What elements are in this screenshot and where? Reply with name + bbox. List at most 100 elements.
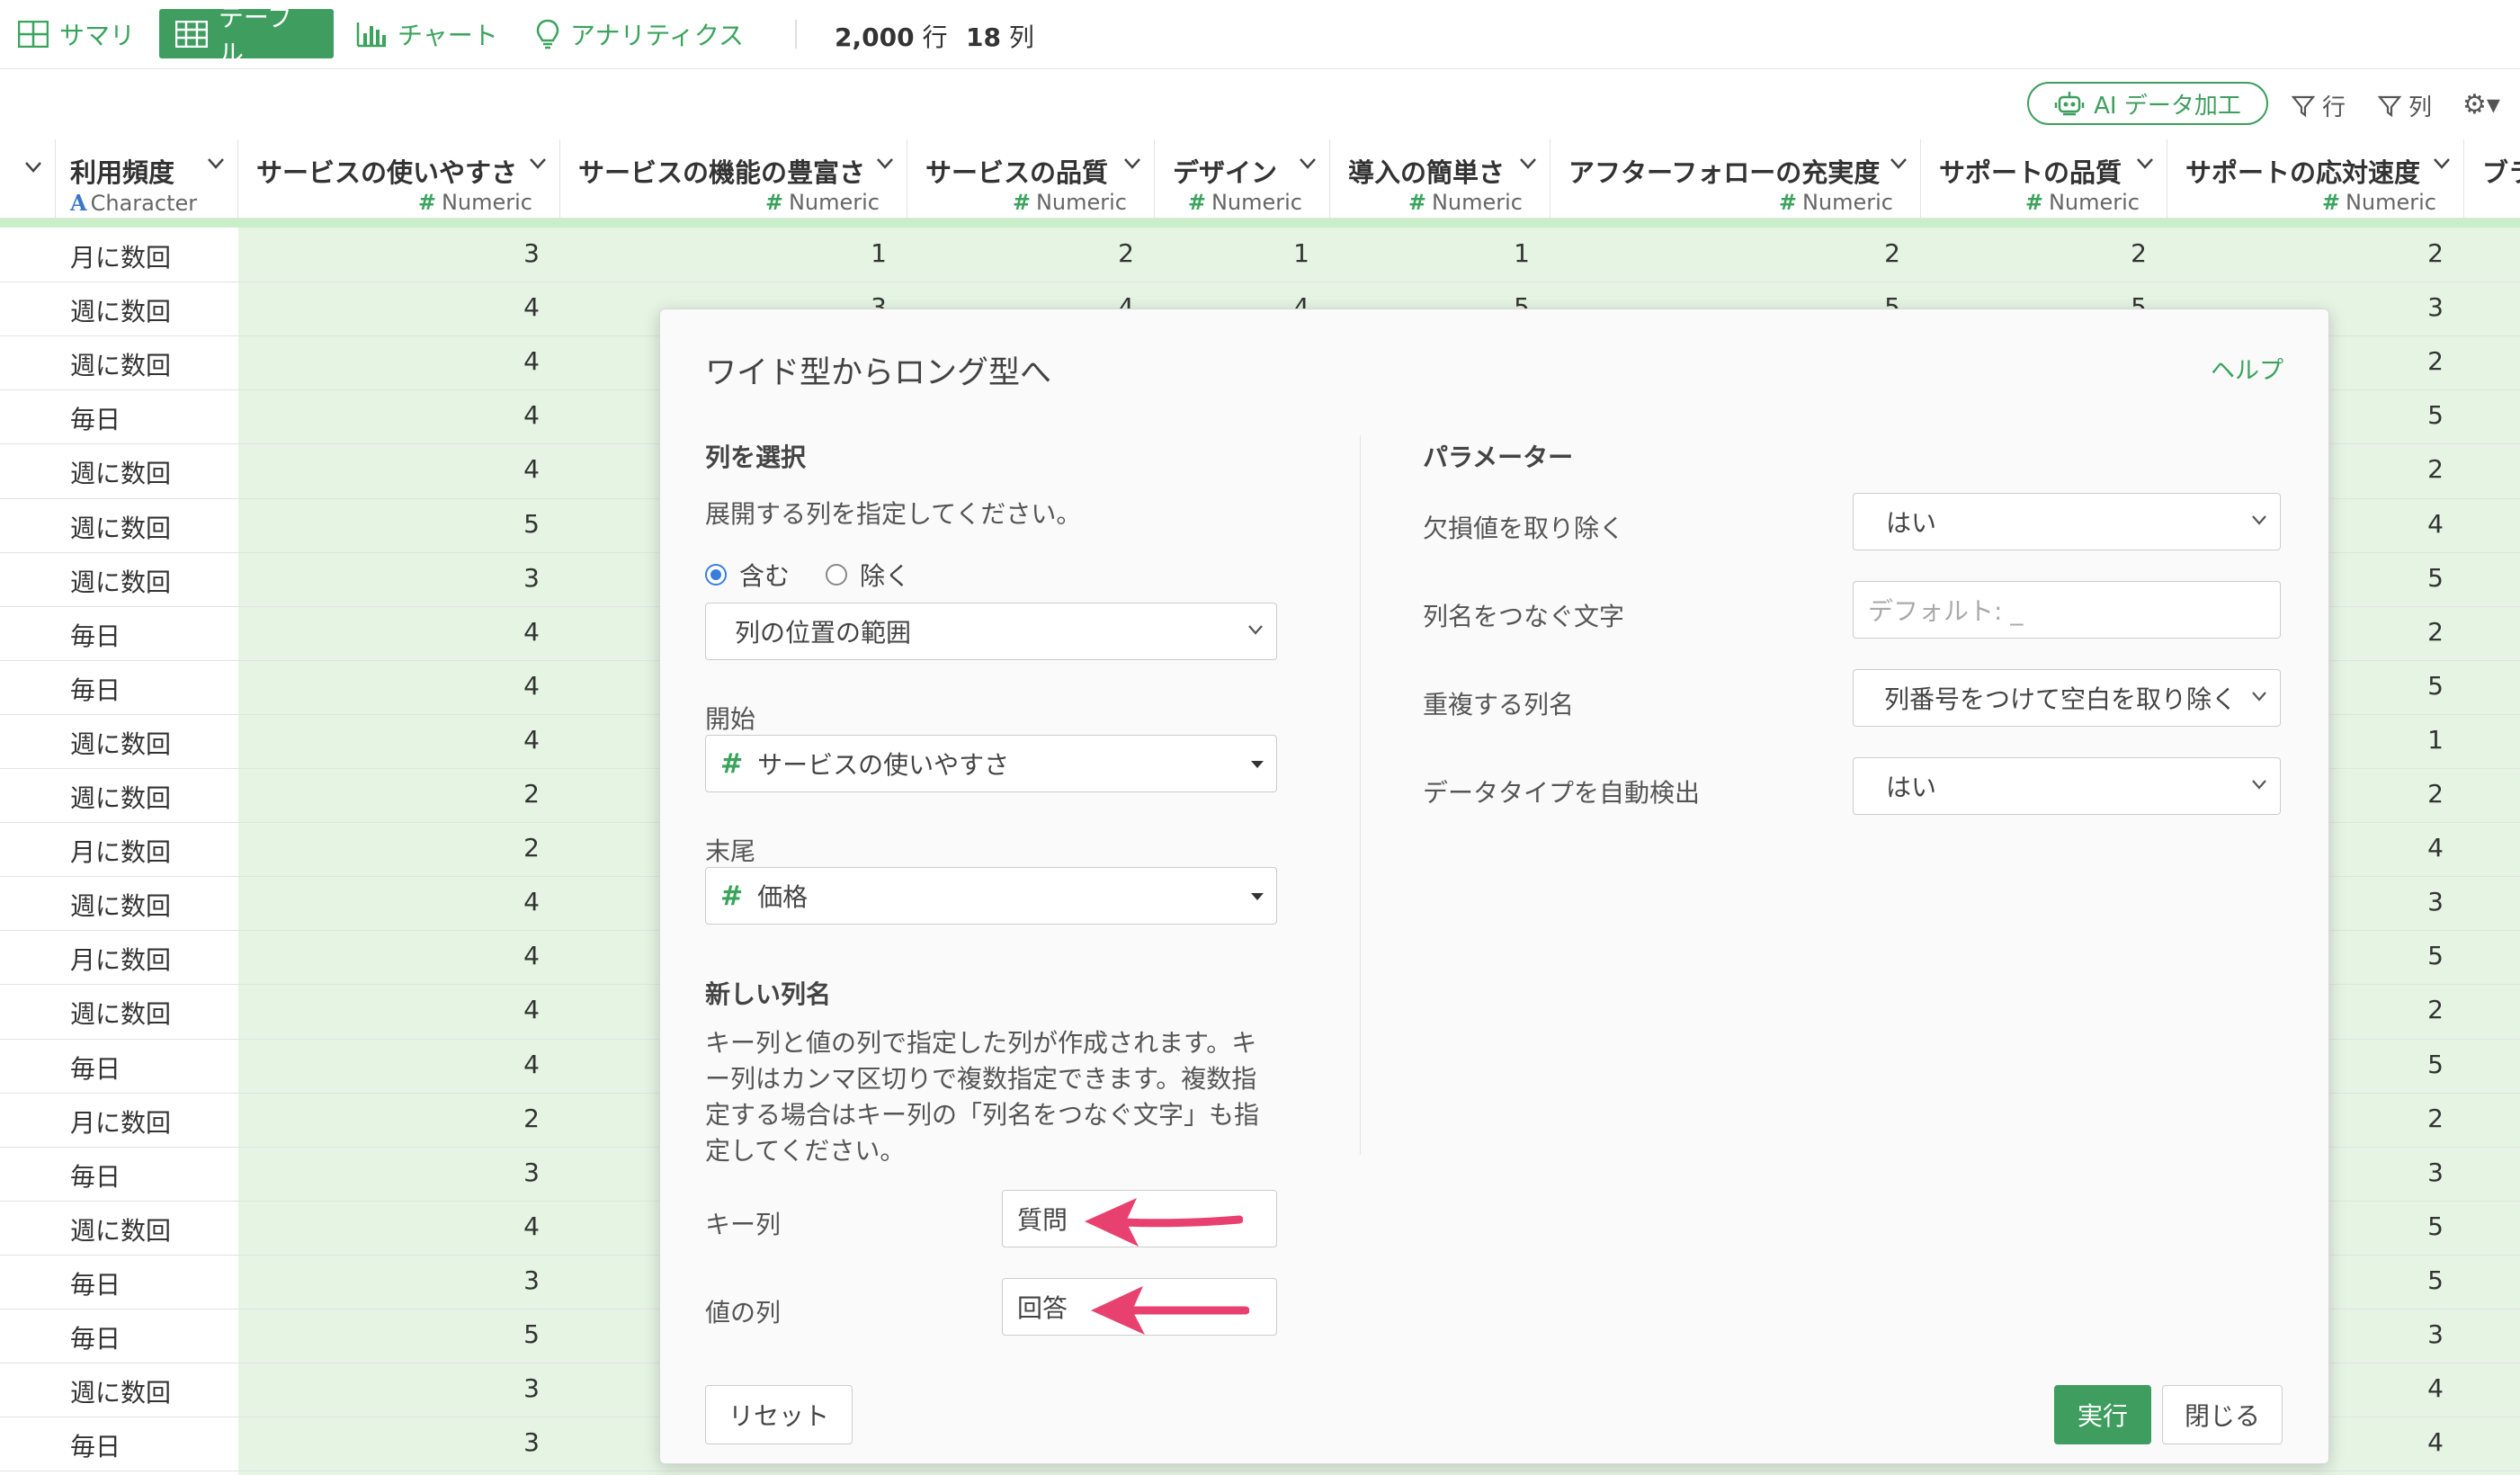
table-cell[interactable]: 2 — [2390, 1104, 2444, 1133]
detect-type-select[interactable]: はい — [1853, 757, 2281, 815]
table-cell[interactable]: 3 — [2390, 292, 2444, 322]
table-cell[interactable]: 月に数回 — [70, 238, 171, 274]
table-cell[interactable]: 2 — [486, 833, 540, 863]
table-cell[interactable]: 3 — [486, 563, 540, 593]
table-cell[interactable]: 5 — [486, 509, 540, 539]
table-cell[interactable]: 5 — [486, 1319, 540, 1349]
table-cell[interactable]: 2 — [1080, 238, 1134, 268]
table-cell[interactable]: 5 — [2390, 941, 2444, 970]
close-button[interactable]: 閉じる — [2162, 1385, 2283, 1444]
table-cell[interactable]: 2 — [2390, 238, 2444, 268]
table-cell[interactable]: 2 — [2390, 454, 2444, 484]
tab-chart[interactable]: チャート — [340, 9, 514, 58]
table-cell[interactable]: 毎日 — [70, 1050, 121, 1086]
table-cell[interactable]: 週に数回 — [70, 509, 171, 545]
include-radio[interactable] — [705, 564, 727, 586]
table-cell[interactable]: 1 — [2390, 725, 2444, 755]
col-header[interactable]: デザイン # Numeric — [1155, 139, 1330, 219]
table-cell[interactable]: 週に数回 — [70, 887, 171, 923]
table-cell[interactable]: 月に数回 — [70, 941, 171, 977]
table-cell[interactable]: 4 — [486, 454, 540, 484]
table-cell[interactable]: 4 — [486, 1211, 540, 1241]
table-cell[interactable]: 3 — [486, 238, 540, 268]
table-cell[interactable]: 2 — [2390, 617, 2444, 647]
col-header[interactable]: 導入の簡単さ # Numeric — [1330, 139, 1550, 219]
table-cell[interactable]: 4 — [2390, 509, 2444, 539]
table-cell[interactable]: 4 — [486, 617, 540, 647]
table-cell[interactable]: 5 — [2390, 563, 2444, 593]
table-cell[interactable]: 3 — [2390, 887, 2444, 916]
col-header[interactable]: サービスの品質 # Numeric — [907, 139, 1155, 219]
col-header[interactable]: ブラ — [2464, 139, 2520, 219]
table-cell[interactable]: 4 — [486, 1050, 540, 1079]
run-button[interactable]: 実行 — [2054, 1385, 2151, 1444]
table-cell[interactable]: 3 — [2390, 1319, 2444, 1349]
col-header[interactable]: サービスの機能の豊富さ # Numeric — [560, 139, 907, 219]
ai-data-button[interactable]: AI データ加工 — [2027, 82, 2268, 125]
help-link[interactable]: ヘルプ — [2211, 351, 2283, 386]
table-cell[interactable]: 毎日 — [70, 1158, 121, 1193]
table-cell[interactable]: 3 — [486, 1427, 540, 1457]
table-cell[interactable]: 2 — [1846, 238, 1900, 268]
table-cell[interactable]: 3 — [2390, 1158, 2444, 1187]
table-cell[interactable]: 3 — [486, 1265, 540, 1295]
col-header[interactable]: サポートの品質 # Numeric — [1921, 139, 2167, 219]
table-cell[interactable]: 週に数回 — [70, 292, 171, 328]
table-cell[interactable]: 2 — [486, 779, 540, 809]
exclude-radio[interactable] — [826, 564, 848, 586]
table-cell[interactable]: 2 — [2390, 779, 2444, 809]
table-cell[interactable]: 5 — [2390, 671, 2444, 701]
range-mode-select[interactable]: 列の位置の範囲 — [705, 603, 1277, 660]
table-cell[interactable]: 週に数回 — [70, 1211, 171, 1247]
table-cell[interactable]: 週に数回 — [70, 725, 171, 761]
end-column-select[interactable]: # 価格 — [705, 867, 1277, 925]
sep-input[interactable]: デフォルト: _ — [1853, 581, 2281, 639]
settings-button[interactable]: ⚙▾ — [2462, 89, 2500, 121]
table-cell[interactable]: 週に数回 — [70, 346, 171, 382]
table-cell[interactable]: 毎日 — [70, 1265, 121, 1301]
col-header-prev[interactable] — [0, 139, 56, 219]
table-cell[interactable]: 週に数回 — [70, 563, 171, 599]
table-cell[interactable]: 月に数回 — [70, 1104, 171, 1140]
dup-select[interactable]: 列番号をつけて空白を取り除く — [1853, 669, 2281, 727]
col-header[interactable]: サービスの使いやすさ # Numeric — [238, 139, 560, 219]
table-cell[interactable]: 4 — [2390, 1427, 2444, 1457]
table-cell[interactable]: 4 — [2390, 833, 2444, 863]
table-cell[interactable]: 2 — [2390, 995, 2444, 1024]
table-cell[interactable]: 週に数回 — [70, 454, 171, 490]
table-cell[interactable]: 1 — [1256, 238, 1309, 268]
table-cell[interactable]: 4 — [486, 292, 540, 322]
table-cell[interactable]: 週に数回 — [70, 995, 171, 1031]
row-filter-button[interactable]: 行 — [2292, 89, 2346, 122]
tab-summary[interactable]: サマリ — [2, 9, 151, 58]
table-cell[interactable]: 毎日 — [70, 400, 121, 436]
table-cell[interactable]: 5 — [2390, 1050, 2444, 1079]
table-cell[interactable]: 4 — [486, 346, 540, 376]
table-cell[interactable]: 毎日 — [70, 617, 121, 653]
table-cell[interactable]: 毎日 — [70, 1319, 121, 1355]
table-cell[interactable]: 4 — [486, 725, 540, 755]
table-cell[interactable]: 2 — [2093, 238, 2147, 268]
drop-na-select[interactable]: はい — [1853, 493, 2281, 550]
col-header[interactable]: アフターフォローの充実度 # Numeric — [1550, 139, 1921, 219]
table-cell[interactable]: 4 — [486, 671, 540, 701]
table-cell[interactable]: 5 — [2390, 400, 2444, 430]
table-cell[interactable]: 4 — [486, 400, 540, 430]
start-column-select[interactable]: # サービスの使いやすさ — [705, 735, 1277, 792]
tab-table[interactable]: テーブル — [159, 3, 334, 68]
reset-button[interactable]: リセット — [705, 1385, 853, 1444]
table-cell[interactable]: 1 — [833, 238, 887, 268]
tab-analytics[interactable]: アナリティクス — [520, 9, 760, 58]
table-cell[interactable]: 4 — [486, 887, 540, 916]
table-cell[interactable]: 1 — [1476, 238, 1530, 268]
col-filter-button[interactable]: 列 — [2378, 89, 2432, 122]
table-cell[interactable]: 週に数回 — [70, 779, 171, 815]
table-cell[interactable]: 3 — [486, 1373, 540, 1403]
col-header[interactable]: サポートの応対速度 # Numeric — [2167, 139, 2464, 219]
table-cell[interactable]: 5 — [2390, 1265, 2444, 1295]
table-cell[interactable]: 毎日 — [70, 1427, 121, 1463]
table-cell[interactable]: 4 — [2390, 1373, 2444, 1403]
table-cell[interactable]: 4 — [486, 941, 540, 970]
table-cell[interactable]: 週に数回 — [70, 1373, 171, 1409]
table-cell[interactable]: 月に数回 — [70, 833, 171, 869]
